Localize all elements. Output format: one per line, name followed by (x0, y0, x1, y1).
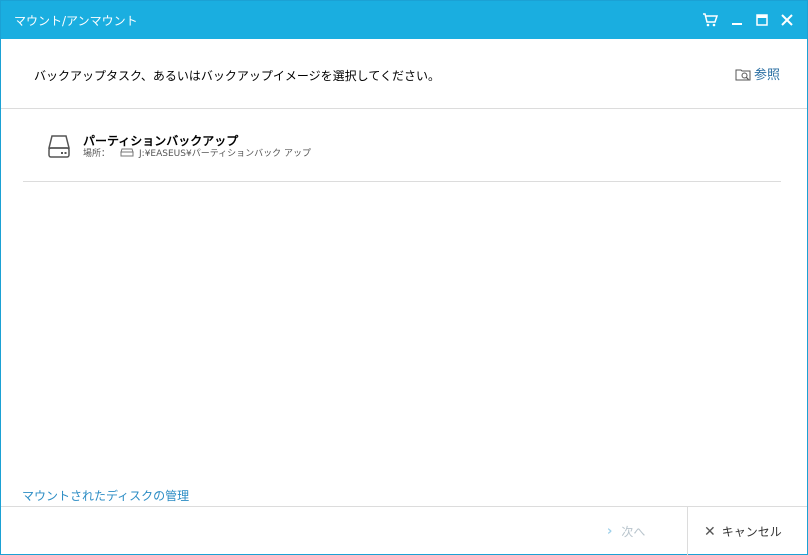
chevron-right-icon: › (607, 524, 613, 539)
next-label: 次へ (621, 525, 646, 539)
minimize-icon[interactable] (727, 10, 747, 30)
hard-disk-icon (47, 134, 71, 164)
mount-unmount-window: マウント/アンマウント バックアップタスク、あるいはバックアップイメージを選択し… (0, 0, 808, 555)
backup-location: 場所： J:¥EASEUS¥パーティションバック アップ (83, 146, 311, 159)
next-button[interactable]: › 次へ (607, 523, 645, 540)
close-icon[interactable] (777, 10, 797, 30)
manage-mounted-disks-link[interactable]: マウントされたディスクの管理 (22, 487, 189, 504)
browse-button[interactable]: 参照 (735, 64, 780, 83)
browse-label: 参照 (753, 68, 780, 83)
cart-icon[interactable] (700, 10, 720, 30)
location-label: 場所： (83, 149, 111, 159)
drive-icon (120, 148, 134, 157)
header-row: バックアップタスク、あるいはバックアップイメージを選択してください。 参照 (1, 39, 807, 109)
footer-divider (687, 507, 688, 555)
folder-search-icon (735, 69, 751, 80)
cancel-label: キャンセル (721, 525, 782, 539)
cancel-button[interactable]: ✕ キャンセル (704, 523, 782, 540)
maximize-icon[interactable] (752, 10, 772, 30)
list-item[interactable]: パーティションバックアップ 場所： J:¥EASEUS¥パーティションバック ア… (23, 121, 781, 182)
footer-bar: › 次へ ✕ キャンセル (1, 506, 807, 555)
close-x-icon: ✕ (704, 523, 716, 540)
selection-prompt: バックアップタスク、あるいはバックアップイメージを選択してください。 (34, 69, 440, 83)
title-bar[interactable]: マウント/アンマウント (1, 1, 807, 39)
location-path: J:¥EASEUS¥パーティションバック アップ (139, 149, 312, 159)
window-title: マウント/アンマウント (14, 14, 138, 28)
